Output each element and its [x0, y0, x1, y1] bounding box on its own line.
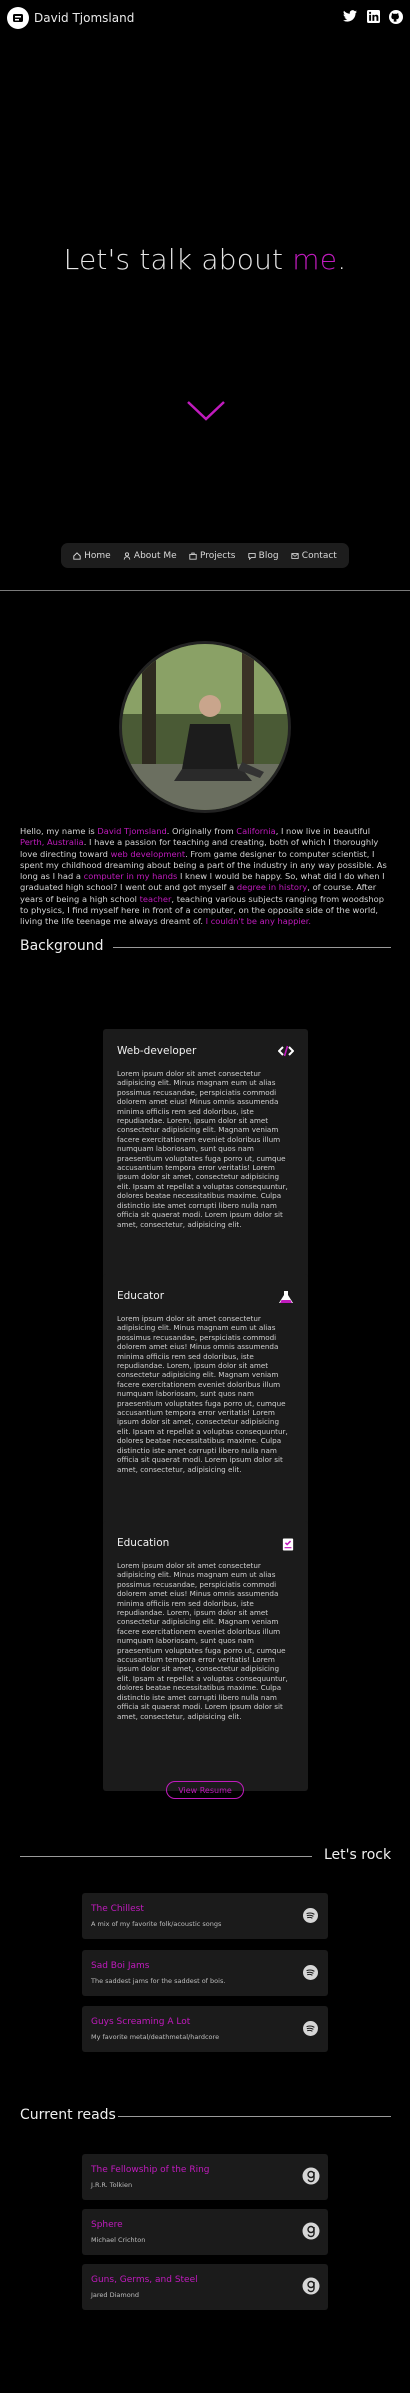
playlist-item[interactable]: Sad Boi Jams The saddest jams for the sa… [82, 1950, 328, 1996]
about-text: . Originally from [166, 826, 237, 836]
book-title[interactable]: The Fellowship of the Ring [91, 2165, 319, 2175]
about-link-happy[interactable]: I couldn't be any happier. [206, 916, 311, 926]
hero-title: Let's talk about me. [0, 243, 410, 276]
heading-rule [118, 2116, 391, 2117]
github-icon[interactable] [389, 10, 403, 27]
diploma-icon [282, 1538, 294, 1551]
goodreads-icon[interactable] [302, 2277, 320, 2295]
nav-item-about[interactable]: About Me [123, 551, 177, 561]
envelope-icon [291, 552, 299, 559]
hero-title-text: Let's talk about [63, 243, 293, 276]
card-title: Education [117, 1537, 170, 1549]
twitter-icon[interactable] [343, 10, 357, 25]
hero-title-accent: me [292, 243, 338, 276]
spotify-icon[interactable] [303, 2021, 318, 2036]
home-icon [73, 551, 81, 560]
nav-item-contact[interactable]: Contact [291, 551, 337, 561]
reads-heading: Current reads [20, 2107, 116, 2123]
goodreads-icon[interactable] [302, 2167, 320, 2185]
nav-label: Blog [258, 550, 279, 561]
book-author: J.R.R. Tolkien [91, 2181, 133, 2189]
nav-label: Home [84, 550, 111, 561]
nav-item-projects[interactable]: Projects [189, 551, 235, 561]
background-card-education: Education Lorem ipsum dolor sit amet con… [103, 1521, 308, 1791]
heading-rule [113, 947, 391, 948]
about-link-name[interactable]: David Tjomsland [97, 826, 166, 836]
nav-label: Projects [199, 550, 236, 561]
main-nav: Home About Me Projects Blog Contact [61, 543, 349, 568]
playlist-title[interactable]: The Chillest [91, 1904, 319, 1914]
playlist-title[interactable]: Sad Boi Jams [91, 1961, 319, 1971]
book-item[interactable]: Guns, Germs, and Steel Jared Diamond [82, 2264, 328, 2310]
person-icon [123, 551, 131, 560]
card-body: Lorem ipsum dolor sit amet consectetur a… [117, 1069, 288, 1229]
book-item[interactable]: Sphere Michael Crichton [82, 2209, 328, 2255]
card-body: Lorem ipsum dolor sit amet consectetur a… [117, 1561, 288, 1721]
playlist-title[interactable]: Guys Screaming A Lot [91, 2017, 319, 2027]
hero-title-end: . [337, 243, 347, 276]
top-bar: David Tjomsland [0, 0, 410, 40]
logo-icon [13, 14, 23, 22]
about-text: Hello, my name is [20, 826, 98, 836]
code-icon [278, 1045, 294, 1057]
section-divider [0, 590, 410, 591]
spotify-icon[interactable] [303, 1965, 318, 1980]
linkedin-icon[interactable] [367, 10, 380, 26]
card-title: Educator [117, 1290, 165, 1302]
site-name[interactable]: David Tjomsland [34, 11, 134, 25]
book-author: Michael Crichton [91, 2236, 146, 2244]
background-card-web: Web-developer Lorem ipsum dolor sit amet… [103, 1029, 308, 1304]
about-text: , I now live in beautiful [275, 826, 371, 836]
background-heading: Background [20, 938, 104, 954]
about-link-teacher[interactable]: teacher [140, 894, 172, 904]
scroll-down-chevron-icon[interactable] [186, 400, 226, 422]
playlist-description: My favorite metal/deathmetal/hardcore [91, 2033, 220, 2041]
book-author: Jared Diamond [91, 2291, 139, 2299]
goodreads-icon[interactable] [302, 2222, 320, 2240]
nav-label: Contact [301, 550, 337, 561]
about-link-degree[interactable]: degree in history [237, 882, 307, 892]
book-title[interactable]: Sphere [91, 2220, 319, 2230]
card-body: Lorem ipsum dolor sit amet consectetur a… [117, 1314, 288, 1474]
playlist-item[interactable]: The Chillest A mix of my favorite folk/a… [82, 1893, 328, 1939]
nav-item-blog[interactable]: Blog [248, 551, 279, 561]
nav-label: About Me [133, 550, 177, 561]
spotify-icon[interactable] [303, 1908, 318, 1923]
briefcase-icon [189, 552, 197, 560]
playlist-item[interactable]: Guys Screaming A Lot My favorite metal/d… [82, 2006, 328, 2052]
speech-bubble-icon [248, 552, 256, 560]
rock-heading: Let's rock [324, 1847, 392, 1863]
background-card-educator: Educator Lorem ipsum dolor sit amet cons… [103, 1274, 308, 1550]
playlist-description: The saddest jams for the saddest of bois… [91, 1977, 226, 1985]
profile-photo [119, 641, 291, 813]
book-item[interactable]: The Fellowship of the Ring J.R.R. Tolkie… [82, 2154, 328, 2200]
flask-icon [279, 1291, 293, 1303]
playlist-description: A mix of my favorite folk/acoustic songs [91, 1920, 222, 1928]
about-link-origin[interactable]: California [236, 826, 275, 836]
heading-rule [20, 1856, 312, 1857]
about-link-webdev[interactable]: web development [111, 849, 186, 859]
nav-item-home[interactable]: Home [73, 551, 111, 561]
about-link-computer[interactable]: computer in my hands [84, 871, 178, 881]
site-logo[interactable] [7, 7, 29, 29]
book-title[interactable]: Guns, Germs, and Steel [91, 2275, 319, 2285]
about-link-city[interactable]: Perth, Australia [20, 837, 84, 847]
view-resume-button[interactable]: View Resume [166, 1781, 244, 1799]
card-title: Web-developer [117, 1045, 197, 1057]
about-paragraph: Hello, my name is David Tjomsland. Origi… [20, 826, 392, 928]
